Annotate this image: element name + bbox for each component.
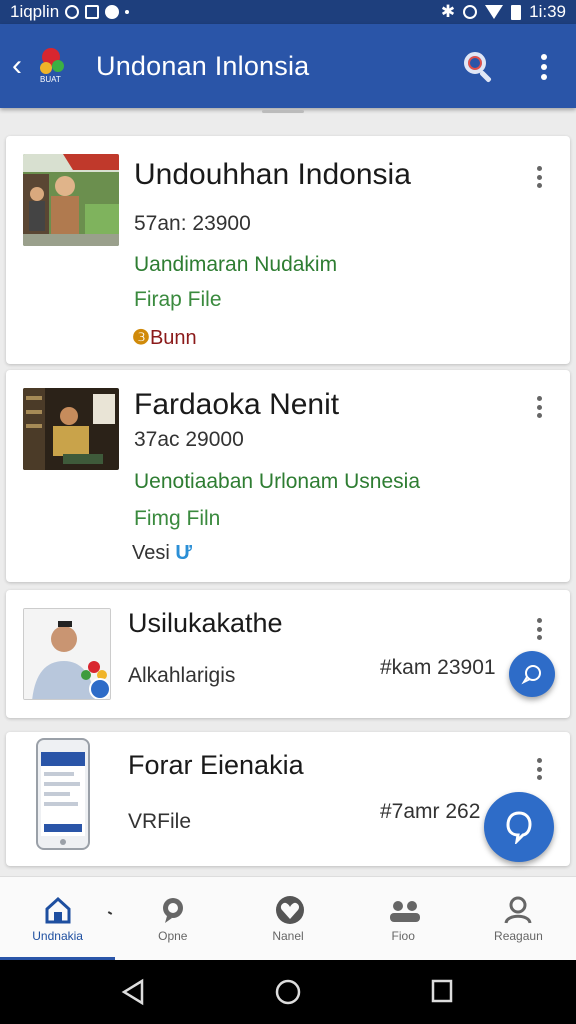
item-subtitle: Uenotiaaban Urlonam Usnesia [134,470,420,493]
battery-icon [511,4,522,20]
item-title: Usilukakathe [128,608,283,638]
status-left-text: 1iqplin [10,2,60,21]
wifi-icon [485,5,504,19]
system-back-icon[interactable] [120,978,146,1011]
item-subtitle: Alkahlarigis [128,664,236,687]
system-home-icon[interactable] [274,978,302,1011]
item-price: 57an: 23900 [134,212,251,235]
overflow-menu-icon[interactable] [540,54,548,80]
badge-icon: ❸ [132,327,150,349]
verified-icon: Ư [175,542,192,564]
list-item[interactable]: Usilukakathe Alkahlarigis #kam 23901 [6,590,570,718]
nav-label: Reagaun [494,929,543,943]
list-item[interactable]: Undouhhan Indonsia 57an: 23900 Uandimara… [6,136,570,364]
chat-bubble-icon [506,811,532,844]
item-price: 37ac 29000 [134,428,244,451]
item-file-label: VRFile [128,810,192,833]
item-menu-icon[interactable] [536,396,542,418]
item-thumbnail [23,154,119,246]
item-menu-icon[interactable] [536,758,542,780]
list-item[interactable]: Forar Eienakia #7amr 262 VRFile [6,732,570,866]
heart-icon [273,895,304,925]
search-icon[interactable] [462,50,494,83]
status-time: 1i:39 [529,2,566,21]
person-icon [503,895,533,925]
app-logo: BUAT [38,46,70,86]
item-subtitle: Uandimaran Nudakim [134,253,338,276]
nav-item-home[interactable]: Undnakia [0,877,116,960]
chat-bubble-icon [521,665,541,685]
item-price: #7amr 262 [380,800,481,823]
nav-item-groups[interactable]: Fioo [346,877,461,960]
nav-label: Nanel [272,929,304,943]
item-badge: Vesi Ư [132,542,192,564]
chat-icon [158,895,188,925]
nav-item-chat[interactable]: Opne [115,877,230,960]
item-thumbnail [23,388,119,470]
chat-fab[interactable] [484,792,554,862]
messenger-icon [105,5,120,19]
people-icon [388,895,421,925]
more-notifications-icon [125,10,130,14]
bluetooth-icon: ✱ [440,2,456,21]
logo-text: BUAT [40,75,61,84]
nav-label: Fioo [391,929,415,943]
page-title: Undonan Inlonsia [96,50,310,81]
nav-label: Undnakia [32,929,83,943]
system-navigation-bar [0,960,576,1024]
item-menu-icon[interactable] [536,166,542,188]
app-notification-icon [85,5,100,19]
status-bar: 1iqplin ✱ 1i:39 [0,0,576,24]
nav-label: Opne [158,929,188,943]
item-price: #kam 23901 [380,656,496,679]
item-file-label: Fimg Filn [134,507,221,530]
system-recents-icon[interactable] [430,978,454,1009]
alarm-icon [463,5,478,19]
nav-item-profile[interactable]: Reagaun [461,877,576,960]
item-menu-icon[interactable] [536,618,542,640]
notification-icon [65,5,80,19]
chat-fab-small[interactable] [509,651,555,697]
item-thumbnail [36,738,90,850]
home-icon [43,895,73,925]
nav-item-favorites[interactable]: Nanel [230,877,345,960]
item-title: Fardaoka Nenit [134,388,340,421]
item-file-label: Firap File [134,288,222,311]
app-bar: ‹ BUAT Undonan Inlonsia [0,24,576,108]
bottom-navigation: Undnakia Opne Nanel Fioo Reagaun [0,876,576,960]
item-title: Undouhhan Indonsia [134,158,411,191]
drag-handle[interactable] [262,110,304,113]
item-badge: ❸Bunn [132,327,197,349]
item-title: Forar Eienakia [128,750,304,780]
back-arrow-icon[interactable]: ‹ [12,51,38,81]
list-item[interactable]: Fardaoka Nenit 37ac 29000 Uenotiaaban Ur… [6,370,570,582]
item-thumbnail [23,608,111,700]
